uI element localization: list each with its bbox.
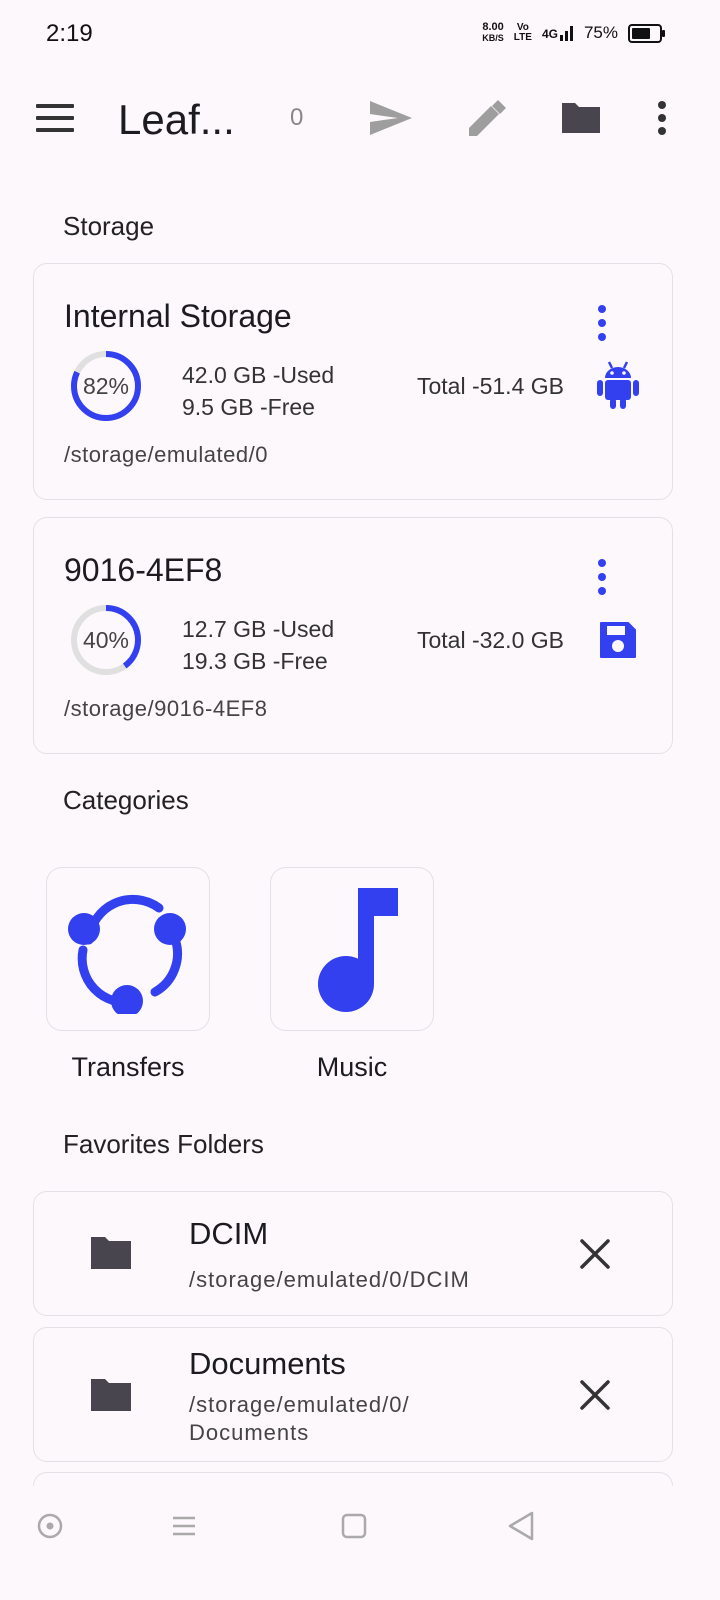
menu-icon: [36, 104, 74, 132]
storage-section-title: Storage: [63, 211, 155, 241]
storage-percent: 40%: [82, 626, 130, 653]
remove-favorite-close-icon[interactable]: [578, 1378, 612, 1412]
send-icon: [370, 101, 412, 135]
folder-icon: [91, 1237, 131, 1269]
category-transfers[interactable]: [46, 867, 210, 1031]
folder-icon: [562, 103, 600, 133]
storage-usage-gauge: 82%: [70, 350, 142, 422]
send-button[interactable]: [366, 96, 416, 140]
signal-icon: 4G: [542, 25, 574, 41]
system-nav-bar: [0, 1486, 720, 1600]
storage-free: 19.3 GB -Free: [182, 648, 328, 674]
favorite-path: /storage/emulated/0/DCIM: [189, 1267, 470, 1292]
storage-usage-gauge: 40%: [70, 604, 142, 676]
storage-name: 9016-4EF8: [64, 552, 223, 588]
category-music[interactable]: [270, 867, 434, 1031]
toolbar-title: Leaf...: [118, 96, 235, 143]
edit-icon: [469, 100, 506, 136]
home-icon[interactable]: [340, 1512, 368, 1540]
edit-button[interactable]: [462, 96, 512, 140]
status-time: 2:19: [46, 20, 93, 47]
network-speed: 8.00 KB/S: [482, 22, 504, 44]
storage-usage: 42.0 GB -Used 9.5 GB -Free: [182, 359, 334, 423]
category-label: Transfers: [71, 1052, 185, 1082]
storage-used: 42.0 GB -Used: [182, 362, 335, 388]
signal-bars-icon: [559, 26, 573, 41]
recents-menu-icon[interactable]: [170, 1512, 198, 1540]
network-speed-value: 8.00: [482, 21, 504, 33]
storage-name: Internal Storage: [64, 298, 292, 334]
battery-percent: 75%: [583, 23, 618, 42]
favorite-name: DCIM: [189, 1216, 269, 1251]
storage-usage: 12.7 GB -Used 19.3 GB -Free: [182, 613, 334, 677]
transfers-icon: [68, 894, 186, 1014]
storage-total: Total -51.4 GB: [416, 373, 564, 399]
storage-more-icon[interactable]: [590, 558, 614, 598]
assistant-icon[interactable]: [36, 1512, 64, 1540]
storage-more-icon[interactable]: [590, 304, 614, 344]
storage-used: 12.7 GB -Used: [182, 616, 335, 642]
signal-type: 4G: [541, 27, 558, 41]
storage-total: Total -32.0 GB: [416, 627, 564, 653]
remove-favorite-close-icon[interactable]: [578, 1237, 612, 1271]
menu-button[interactable]: [30, 96, 80, 140]
favorites-section-title: Favorites Folders: [63, 1129, 264, 1159]
storage-percent: 82%: [82, 372, 130, 399]
storage-card-internal[interactable]: Internal Storage 82% 42.0 GB -Used 9.5 G…: [33, 263, 673, 500]
volte-icon: Vo LTE: [513, 22, 532, 43]
folder-icon: [91, 1379, 131, 1411]
category-label: Music: [316, 1052, 388, 1082]
favorite-name: Documents: [189, 1346, 346, 1381]
favorite-folder-documents[interactable]: Documents /storage/emulated/0/ Documents: [33, 1327, 673, 1462]
storage-path: /storage/emulated/0: [64, 442, 268, 467]
status-icons: 8.00 KB/S Vo LTE 4G 75%: [482, 22, 665, 44]
back-icon[interactable]: [506, 1510, 536, 1542]
folder-button[interactable]: [556, 96, 606, 140]
sd-card-save-icon: [600, 622, 636, 658]
music-note-icon: [318, 888, 398, 1012]
favorite-path: /storage/emulated/0/ Documents: [189, 1392, 410, 1445]
android-icon: [597, 361, 639, 409]
favorite-folder-dcim[interactable]: DCIM /storage/emulated/0/DCIM: [33, 1191, 673, 1316]
battery-icon: [628, 23, 665, 43]
storage-free: 9.5 GB -Free: [182, 394, 315, 420]
storage-path: /storage/9016-4EF8: [64, 696, 268, 721]
selection-count: 0: [290, 104, 304, 131]
storage-card-sd[interactable]: 9016-4EF8 40% 12.7 GB -Used 19.3 GB -Fre…: [33, 517, 673, 754]
more-vert-icon: [658, 101, 666, 135]
network-speed-unit: KB/S: [482, 33, 504, 43]
categories-section-title: Categories: [63, 785, 189, 815]
more-options-button[interactable]: [640, 96, 684, 140]
